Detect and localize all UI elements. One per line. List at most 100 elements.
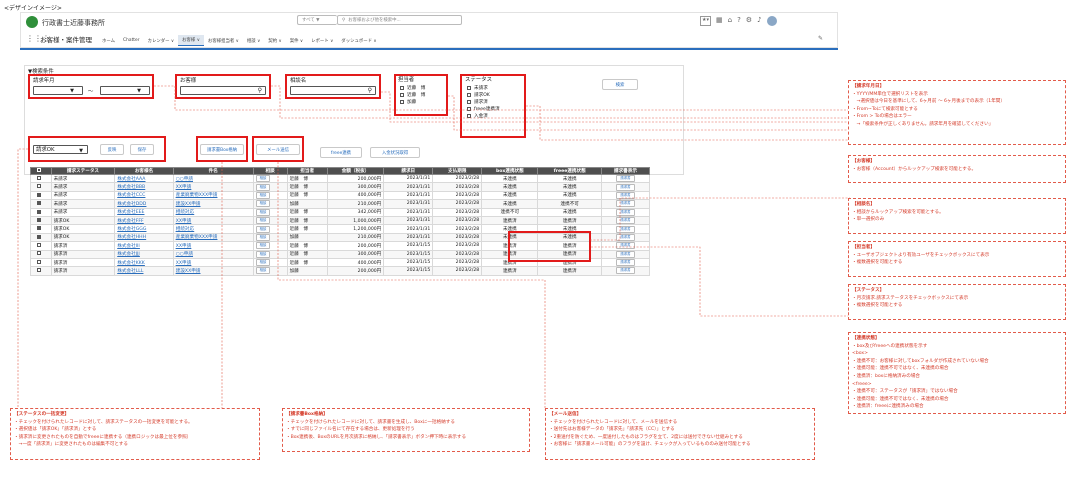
row-checkbox[interactable] [37,226,42,231]
nav-item[interactable]: お客様担当者 ∨ [204,38,243,44]
owner-checkbox[interactable]: 近藤 博 [400,84,425,91]
subject-link[interactable]: XX申請 [176,244,191,249]
save-button[interactable]: 保存 [130,144,154,155]
customer-link[interactable]: 株式会社JJJ [117,252,139,257]
subject-link[interactable]: XX申請 [176,261,191,266]
customer-link[interactable]: 株式会社DDD [117,202,146,207]
subject-link[interactable]: 相続対応 [176,210,194,215]
consult-lookup-input[interactable]: ⚲ [290,86,376,95]
subject-link[interactable]: 建設XX申請 [176,269,201,274]
checkbox[interactable] [467,92,471,97]
customer-link[interactable]: 株式会社III [117,244,139,249]
mail-send-button[interactable]: メール送信 [256,144,300,155]
billing-month-to[interactable]: ▼ [100,86,150,95]
search-button[interactable]: 検索 [602,79,638,90]
checkbox[interactable] [400,99,404,104]
status-checkbox[interactable]: 入金済 [467,112,500,119]
consult-link-button[interactable]: 相談 [255,225,271,233]
row-checkbox[interactable] [37,209,42,214]
checkbox[interactable] [400,85,404,90]
subject-link[interactable]: ○○申請 [176,177,193,182]
approve-button[interactable]: 反映 [100,144,124,155]
consult-link-button[interactable]: 相談 [255,208,271,216]
invoice-view-button[interactable]: 請求書 [616,200,635,208]
nav-item[interactable]: ダッシュボード ∨ [337,38,380,44]
subject-link[interactable]: 産業廃棄物XXX申請 [176,235,218,240]
subject-link[interactable]: XX申請 [176,219,191,224]
consult-link-button[interactable]: 相談 [255,242,271,250]
row-checkbox[interactable] [37,184,42,189]
consult-link-button[interactable]: 相談 [255,217,271,225]
bell-icon[interactable]: ♪ [757,16,761,26]
nav-item[interactable]: お客様 ∨ [178,35,204,46]
row-checkbox[interactable] [37,201,42,206]
payment-status-button[interactable]: 入金状況取得 [370,147,420,158]
invoice-view-button[interactable]: 請求書 [616,233,635,241]
nav-item[interactable]: レポート ∨ [307,38,337,44]
global-search-input[interactable]: ⚲ お客様および他を検索中... [337,15,462,25]
box-store-button[interactable]: 請求書Box格納 [200,144,244,155]
consult-link-button[interactable]: 相談 [255,267,271,275]
nav-item[interactable]: ホーム [98,38,119,44]
invoice-view-button[interactable]: 請求書 [616,250,635,258]
row-checkbox[interactable] [37,217,42,222]
freee-sync-button[interactable]: freee連携 [320,147,362,158]
subject-link[interactable]: 産業廃棄物XXX申請 [176,193,218,198]
customer-link[interactable]: 株式会社LLL [117,269,143,274]
app-grid-icon[interactable]: ▦ [716,16,723,26]
customer-lookup-input[interactable]: ⚲ [180,86,266,95]
invoice-view-button[interactable]: 請求書 [616,267,635,275]
checkbox[interactable] [467,106,471,111]
help-icon[interactable]: ? [737,16,741,26]
invoice-view-button[interactable]: 請求書 [616,183,635,191]
row-checkbox[interactable] [37,243,42,248]
customer-link[interactable]: 株式会社KKK [117,261,144,266]
consult-link-button[interactable]: 相談 [255,233,271,241]
invoice-view-button[interactable]: 請求書 [616,259,635,267]
row-checkbox[interactable] [37,175,42,180]
customer-link[interactable]: 株式会社FFF [117,219,143,224]
search-scope-select[interactable]: すべて ▼ [297,15,337,25]
customer-link[interactable]: 株式会社GGG [117,227,146,232]
invoice-view-button[interactable]: 請求書 [616,225,635,233]
consult-link-button[interactable]: 相談 [255,183,271,191]
nav-item[interactable]: 相談 ∨ [243,38,264,44]
status-checkbox[interactable]: 未請求 [467,84,500,91]
invoice-view-button[interactable]: 請求書 [616,217,635,225]
subject-link[interactable]: XX申請 [176,185,191,190]
subject-link[interactable]: 建設XX申請 [176,202,201,207]
consult-link-button[interactable]: 相談 [255,191,271,199]
owner-checkbox[interactable]: 近藤 博 [400,91,425,98]
consult-link-button[interactable]: 相談 [255,200,271,208]
nav-item[interactable]: 契約 ∨ [264,38,285,44]
nav-item[interactable]: 案件 ∨ [286,38,307,44]
invoice-view-button[interactable]: 請求書 [616,242,635,250]
select-all-checkbox[interactable] [30,167,52,175]
status-checkbox[interactable]: 請求OK [467,91,500,98]
consult-link-button[interactable]: 相談 [255,175,271,183]
nav-item[interactable]: Chatter [119,38,144,43]
customer-link[interactable]: 株式会社BBB [117,185,145,190]
owner-checkbox[interactable]: 加藤 [400,98,425,105]
status-checkbox[interactable]: freee連携済 [467,105,500,112]
subject-link[interactable]: 相続対応 [176,227,194,232]
customer-link[interactable]: 株式会社HHH [117,235,146,240]
row-checkbox[interactable] [37,268,42,273]
invoice-view-button[interactable]: 請求書 [616,175,635,183]
subject-link[interactable]: ○○申請 [176,252,193,257]
consult-link-button[interactable]: 相談 [255,259,271,267]
checkbox[interactable] [467,85,471,90]
invoice-view-button[interactable]: 請求書 [616,191,635,199]
row-checkbox[interactable] [37,192,42,197]
nav-item[interactable]: カレンダー ∨ [144,38,179,44]
checkbox[interactable] [467,113,471,118]
edit-nav-icon[interactable]: ✎ [818,35,823,42]
row-checkbox[interactable] [37,259,42,264]
setup-icon[interactable]: ⌂ [728,16,732,26]
billing-month-from[interactable]: ▼ [33,86,83,95]
bulk-status-select[interactable]: 請求OK ▼ [33,145,88,154]
checkbox[interactable] [467,99,471,104]
status-checkbox[interactable]: 請求済 [467,98,500,105]
avatar[interactable] [766,16,777,26]
gear-icon[interactable]: ⚙ [746,16,752,26]
